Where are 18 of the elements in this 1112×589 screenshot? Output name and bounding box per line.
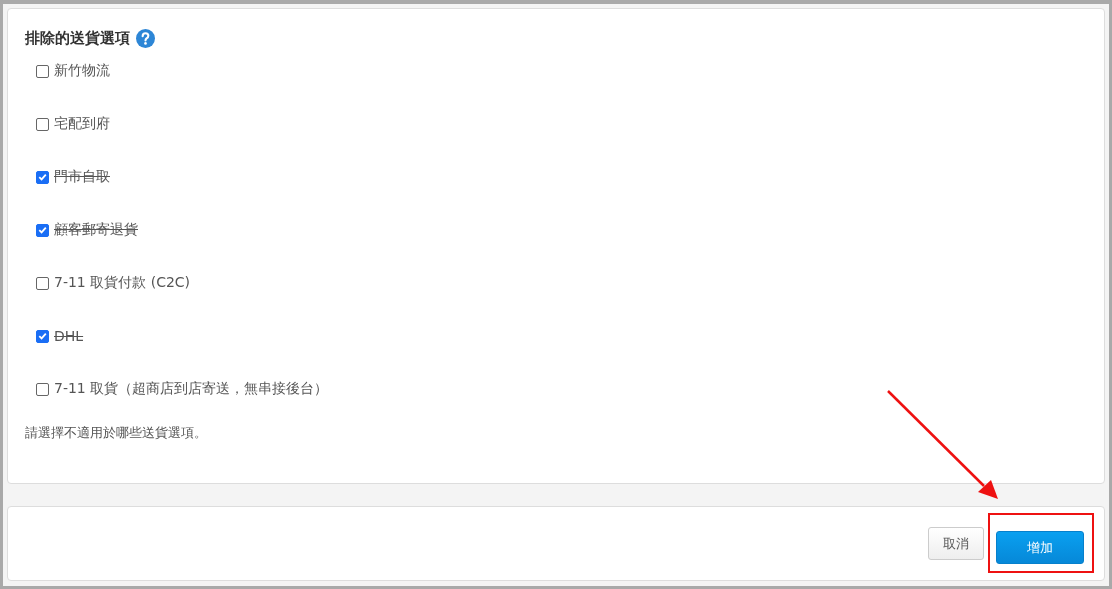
checkbox[interactable] xyxy=(36,223,49,237)
checkbox[interactable] xyxy=(36,64,49,78)
checkbox[interactable] xyxy=(36,170,49,184)
checkbox[interactable] xyxy=(36,329,49,343)
checkbox[interactable] xyxy=(36,117,49,131)
cancel-button[interactable]: 取消 xyxy=(928,527,984,560)
option-label: 7-11 取貨（超商店到店寄送，無串接後台） xyxy=(54,380,329,398)
checkbox[interactable] xyxy=(36,276,49,290)
option-label: 新竹物流 xyxy=(54,62,110,80)
option-label: 門市自取 xyxy=(54,168,110,186)
help-icon[interactable] xyxy=(136,29,155,48)
help-text: 請選擇不適用於哪些送貨選項。 xyxy=(25,424,208,442)
option-label: 7-11 取貨付款 (C2C) xyxy=(54,274,191,292)
option-label: 宅配到府 xyxy=(54,115,110,133)
section-title: 排除的送貨選項 xyxy=(25,29,130,48)
option-label: DHL xyxy=(54,328,84,344)
option-label: 顧客郵寄退貨 xyxy=(54,221,138,239)
checkbox[interactable] xyxy=(36,382,49,396)
